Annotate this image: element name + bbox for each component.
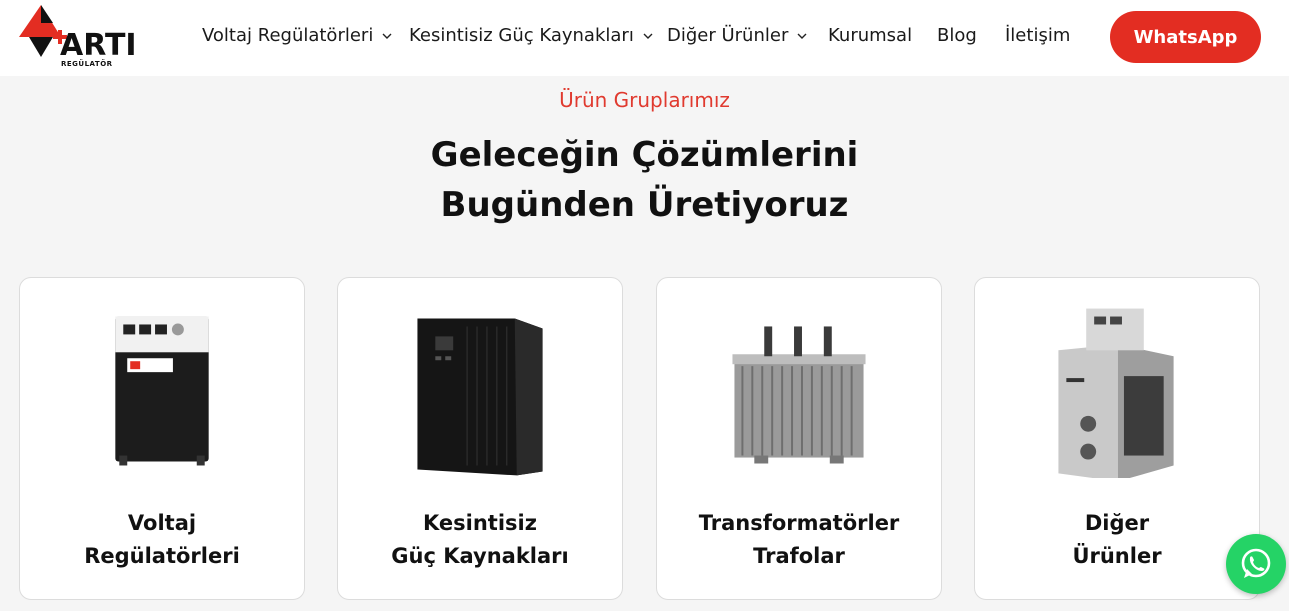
whatsapp-icon — [1241, 548, 1271, 578]
card-title: Diğer Ürünler — [975, 507, 1259, 573]
card-title: Transformatörler Trafolar — [657, 507, 941, 573]
chevron-down-icon — [643, 33, 653, 39]
ups-image — [417, 318, 543, 476]
section-headline: Geleceğin Çözümlerini Bugünden Üretiyoru… — [0, 130, 1289, 230]
nav-label: Kurumsal — [828, 25, 913, 46]
product-card-transformatorler[interactable]: Transformatörler Trafolar — [656, 277, 942, 600]
chevron-down-icon — [382, 33, 392, 39]
product-card-voltaj-regulatorleri[interactable]: Voltaj Regülatörleri — [19, 277, 305, 600]
transformer-image — [732, 326, 866, 464]
logo-text: ARTI — [60, 28, 137, 63]
product-card-diger-urunler[interactable]: Diğer Ürünler — [974, 277, 1260, 600]
nav-label: Kesintisiz Güç Kaynakları — [409, 25, 634, 46]
nav-kesintisiz-guc-kaynaklari[interactable]: Kesintisiz Güç Kaynakları — [409, 25, 654, 46]
nav-label: İletişim — [1005, 25, 1071, 46]
whatsapp-button[interactable]: WhatsApp — [1110, 11, 1261, 63]
nav-iletisim[interactable]: İletişim — [1005, 25, 1070, 46]
card-title-line-1: Diğer — [1084, 511, 1150, 535]
chevron-down-icon — [797, 33, 807, 39]
card-title: Voltaj Regülatörleri — [20, 507, 304, 573]
site-header: ARTI REGÜLATÖR Voltaj Regülatörleri Kesi… — [0, 0, 1289, 76]
card-title: Kesintisiz Güç Kaynakları — [338, 507, 622, 573]
card-title-line-1: Voltaj — [127, 511, 197, 535]
nav-blog[interactable]: Blog — [937, 25, 977, 46]
card-title-line-2: Regülatörleri — [84, 544, 240, 568]
card-title-line-2: Ürünler — [1072, 544, 1162, 568]
whatsapp-float-button[interactable] — [1226, 534, 1286, 594]
headline-line-2: Bugünden Üretiyoruz — [440, 185, 849, 225]
nav-kurumsal[interactable]: Kurumsal — [828, 25, 912, 46]
nav-voltaj-regulatorleri[interactable]: Voltaj Regülatörleri — [202, 25, 393, 46]
card-title-line-1: Kesintisiz — [423, 511, 537, 535]
voltage-regulator-image — [115, 316, 209, 466]
nav-label: Diğer Ürünler — [667, 25, 789, 46]
section-eyebrow: Ürün Gruplarımız — [559, 88, 730, 112]
nav-label: Voltaj Regülatörleri — [202, 25, 374, 46]
nav-label: Blog — [937, 25, 977, 46]
card-title-line-2: Güç Kaynakları — [391, 544, 569, 568]
card-title-line-2: Trafolar — [753, 544, 845, 568]
card-title-line-1: Transformatörler — [698, 511, 900, 535]
logo[interactable]: ARTI REGÜLATÖR — [19, 5, 137, 71]
logo-subtitle: REGÜLATÖR — [61, 60, 113, 68]
headline-line-1: Geleceğin Çözümlerini — [430, 135, 859, 175]
other-products-image — [1058, 308, 1174, 478]
product-card-kesintisiz-guc-kaynaklari[interactable]: Kesintisiz Güç Kaynakları — [337, 277, 623, 600]
nav-diger-urunler[interactable]: Diğer Ürünler — [667, 25, 808, 46]
